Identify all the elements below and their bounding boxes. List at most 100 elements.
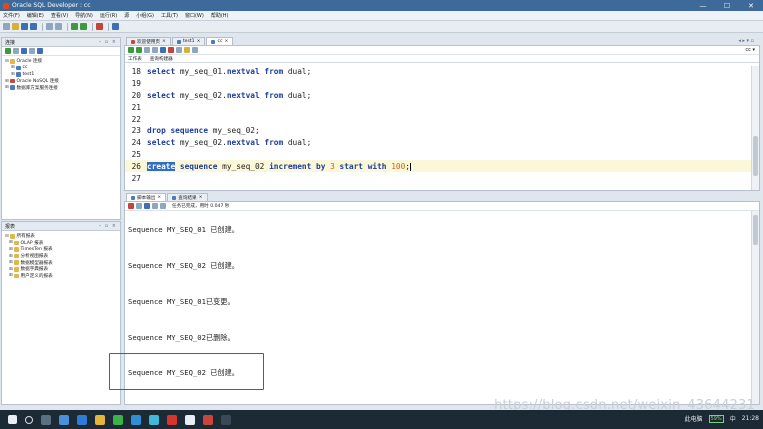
code-line: 20 select my_seq_02.nextval from dual; (125, 90, 751, 102)
sql-icon[interactable] (96, 23, 103, 30)
tab-cc[interactable]: cc × (206, 37, 234, 45)
tab-close-icon[interactable]: × (197, 39, 201, 44)
explain-plan-icon[interactable] (152, 47, 158, 53)
menu-navigate[interactable]: 导航(N) (75, 12, 93, 19)
browser-icon[interactable] (149, 414, 159, 425)
save-output-icon[interactable] (144, 203, 150, 209)
netease-music-icon[interactable] (167, 414, 177, 425)
tree-node-olap-reports[interactable]: ⊞ OLAP 报表 (5, 240, 117, 247)
connections-panel-header: 连接 – ▫ × (2, 38, 120, 47)
tab-test1[interactable]: test1 × (171, 37, 206, 45)
input-language[interactable]: 中 (730, 414, 736, 423)
tab-start-page[interactable]: 欢迎使用页 × (126, 37, 171, 45)
tab-close-icon[interactable]: × (162, 39, 166, 44)
run-script-icon[interactable] (136, 47, 142, 53)
clock[interactable]: 21:28 (742, 415, 759, 422)
tree-node-analytic-view-reports[interactable]: ⊞ 分析视图报表 (5, 253, 117, 260)
run-statement-icon[interactable] (128, 47, 134, 53)
menu-view[interactable]: 查看(V) (51, 12, 68, 19)
rollback-icon[interactable] (168, 47, 174, 53)
menu-help[interactable]: 帮助(H) (211, 12, 229, 19)
tree-node-nosql-connections[interactable]: ⊞ Oracle NoSQL 连接 (5, 78, 117, 85)
app-icon[interactable] (185, 414, 195, 425)
menu-edit[interactable]: 编辑(E) (27, 12, 44, 19)
database-icon (16, 65, 21, 71)
menu-team[interactable]: 小组(G) (136, 12, 154, 19)
back-icon[interactable] (71, 23, 78, 30)
filter-icon[interactable] (21, 48, 27, 54)
tree-node-cc[interactable]: ⊞ cc (5, 65, 117, 72)
sql-developer-taskbar-icon[interactable] (203, 414, 213, 425)
editor-controls[interactable]: ◂ ▸ ▾ ▫ (738, 38, 754, 44)
output-scroll-thumb[interactable] (753, 215, 758, 245)
eraser-icon[interactable] (136, 203, 142, 209)
autotrace-icon[interactable] (144, 47, 150, 53)
panel-controls[interactable]: – ▫ × (99, 39, 117, 45)
wechat-icon[interactable] (113, 414, 123, 425)
output-tabs: 脚本输出 × 查询结果 × (124, 192, 760, 201)
migrate-icon[interactable] (112, 23, 119, 30)
open-icon[interactable] (12, 23, 19, 30)
panel-controls[interactable]: – ▫ × (99, 223, 117, 229)
tab-close-icon[interactable]: × (199, 195, 203, 200)
editor-scrollbar[interactable] (751, 66, 759, 190)
save-icon[interactable] (21, 23, 28, 30)
windows-start-icon[interactable] (8, 415, 17, 424)
new-icon[interactable] (3, 23, 10, 30)
tree-node-schema-service[interactable]: ⊞ 数据库方案服务连接 (5, 84, 117, 91)
commit-icon[interactable] (160, 47, 166, 53)
format-icon[interactable] (192, 47, 198, 53)
tree-node-timesten-reports[interactable]: ⊞ TimesTen 报表 (5, 246, 117, 253)
tree-node-data-dictionary-reports[interactable]: ⊞ 数据字典报表 (5, 266, 117, 273)
cortana-icon[interactable] (59, 414, 69, 425)
tab-close-icon[interactable]: × (157, 195, 161, 200)
minimize-button[interactable]: — (691, 0, 715, 11)
code-line: 24 select my_seq_02.nextval from dual; (125, 137, 751, 149)
tab-script-output[interactable]: 脚本输出 × (126, 193, 167, 201)
tree-node-test1[interactable]: ⊞ test1 (5, 71, 117, 78)
subtab-query-builder[interactable]: 查询构建器 (150, 56, 173, 62)
editor-scroll-thumb[interactable] (753, 136, 758, 176)
redo-icon[interactable] (55, 23, 62, 30)
tree-node-oracle-connections[interactable]: ⊟ Oracle 连接 (5, 58, 117, 65)
connection-selector[interactable]: cc ▾ (745, 47, 755, 53)
tree-node-all-reports[interactable]: ⊟ 所有报表 (5, 233, 117, 240)
connect-icon[interactable] (37, 48, 43, 54)
search-icon[interactable] (25, 415, 33, 424)
menu-file[interactable]: 文件(F) (3, 12, 20, 19)
forward-icon[interactable] (80, 23, 87, 30)
clear-icon[interactable] (176, 47, 182, 53)
battery-indicator[interactable]: 59% (708, 414, 724, 423)
schema-browser-icon[interactable] (29, 48, 35, 54)
terminal-icon[interactable] (221, 414, 231, 425)
tree-node-label: 数据模型器报表 (20, 260, 53, 266)
edge-icon[interactable] (131, 414, 141, 425)
tree-node-data-modeler-reports[interactable]: ⊞ 数据模型器报表 (5, 259, 117, 266)
tree-node-user-defined-reports[interactable]: ⊞ 用户定义的报表 (5, 273, 117, 280)
code-editor[interactable]: 18 select my_seq_01.nextval from dual; 1… (125, 66, 751, 190)
maximize-button[interactable]: ☐ (715, 0, 739, 11)
task-view-icon[interactable] (41, 414, 51, 425)
file-explorer-icon[interactable] (95, 414, 105, 425)
close-button[interactable]: ✕ (739, 0, 763, 11)
menu-run[interactable]: 运行(R) (100, 12, 117, 19)
menu-window[interactable]: 窗口(W) (185, 12, 204, 19)
menu-tools[interactable]: 工具(T) (161, 12, 178, 19)
tab-close-icon[interactable]: × (225, 39, 229, 44)
save-all-icon[interactable] (30, 23, 37, 30)
add-connection-icon[interactable] (5, 48, 11, 54)
clear-output-icon[interactable] (160, 203, 166, 209)
print-icon[interactable] (152, 203, 158, 209)
worksheet-subtabs: 工作表 查询构建器 (125, 55, 759, 63)
refresh-icon[interactable] (13, 48, 19, 54)
subtab-worksheet[interactable]: 工作表 (128, 56, 142, 62)
output-scrollbar[interactable] (751, 211, 759, 404)
pin-icon[interactable] (128, 203, 134, 209)
tab-query-result[interactable]: 查询结果 × (167, 193, 208, 201)
menu-source[interactable]: 源 (124, 12, 129, 19)
history-icon[interactable] (184, 47, 190, 53)
nosql-icon (10, 78, 15, 84)
word-icon[interactable] (77, 414, 87, 425)
undo-icon[interactable] (46, 23, 53, 30)
tray-label[interactable]: 此电脑 (685, 414, 703, 423)
